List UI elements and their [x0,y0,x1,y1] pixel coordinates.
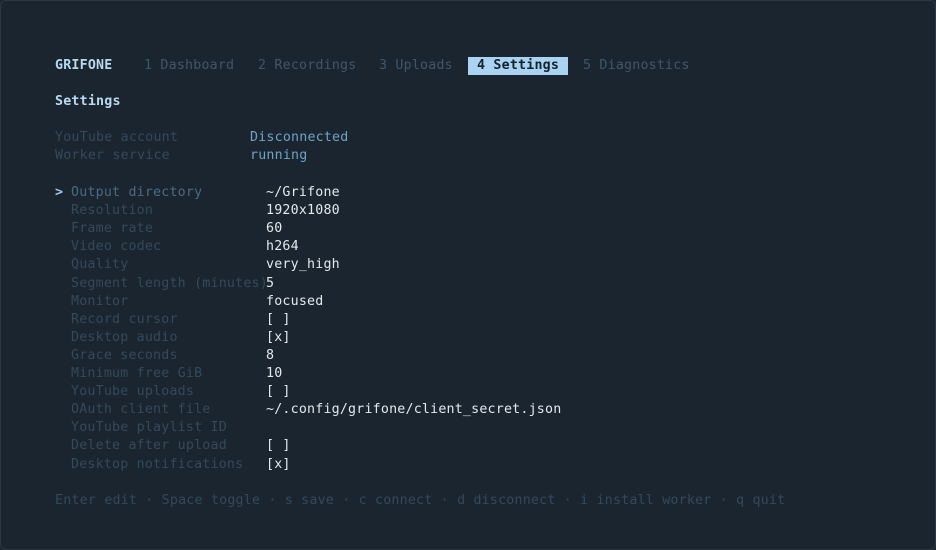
setting-checkbox[interactable]: [ ] [266,383,291,401]
setting-label: Minimum free GiB [71,366,203,381]
setting-row-frame-rate[interactable]: Frame rate 60 [55,220,655,238]
setting-label: Record cursor [71,311,178,327]
setting-row-grace-seconds[interactable]: Grace seconds 8 [55,347,655,365]
tab-dashboard[interactable]: 1 Dashboard [144,57,234,75]
tab-bar: GRIFONE 1 Dashboard 2 Recordings 3 Uploa… [55,57,755,75]
setting-value[interactable]: very_high [266,256,340,274]
tab-uploads[interactable]: 3 Uploads [379,57,453,75]
setting-label: Quality [71,257,129,273]
selection-cursor: > [55,185,64,200]
setting-row-video-codec[interactable]: Video codec h264 [55,238,655,256]
keybinding-hints: Enter edit · Space toggle · s save · c c… [55,493,786,508]
setting-checkbox[interactable]: [ ] [266,437,291,455]
setting-row-minimum-free-gib[interactable]: Minimum free GiB 10 [55,365,655,383]
setting-row-youtube-playlist-id[interactable]: YouTube playlist ID [55,419,655,437]
setting-value[interactable]: 10 [266,365,282,383]
setting-label: Output directory [71,185,203,200]
setting-label: Frame rate [71,221,154,237]
setting-label: Desktop notifications [71,456,244,472]
setting-label: Grace seconds [71,347,178,363]
setting-value[interactable]: ~/.config/grifone/client_secret.json [266,401,561,419]
setting-row-monitor[interactable]: Monitor focused [55,293,655,311]
tab-recordings[interactable]: 2 Recordings [258,57,356,75]
setting-label: Delete after upload [71,438,227,454]
setting-row-delete-after-upload[interactable]: Delete after upload [ ] [55,437,655,455]
status-value: running [250,148,308,163]
setting-label: Video codec [71,239,162,255]
youtube-account-status: YouTube account Disconnected [55,129,455,147]
setting-label: YouTube uploads [71,384,195,400]
setting-checkbox[interactable]: [x] [266,329,291,347]
app-brand: GRIFONE [55,58,113,73]
setting-row-segment-length-minutes[interactable]: Segment length (minutes) 5 [55,275,655,293]
setting-label: YouTube playlist ID [71,420,227,436]
setting-checkbox[interactable]: [x] [266,456,291,474]
setting-checkbox[interactable]: [ ] [266,311,291,329]
status-value: Disconnected [250,130,349,145]
setting-row-record-cursor[interactable]: Record cursor [ ] [55,311,655,329]
setting-value[interactable]: focused [266,293,323,311]
setting-row-youtube-uploads[interactable]: YouTube uploads [ ] [55,383,655,401]
setting-row-desktop-notifications[interactable]: Desktop notifications [x] [55,456,655,474]
worker-service-status: Worker service running [55,147,455,165]
tab-settings[interactable]: 4 Settings [468,57,569,75]
setting-label: Resolution [71,203,154,219]
setting-value[interactable]: 1920x1080 [266,202,340,220]
setting-row-output-directory[interactable]: > Output directory ~/Grifone [55,184,655,202]
status-label: Worker service [55,148,170,163]
setting-value[interactable]: 60 [266,220,282,238]
setting-row-oauth-client-file[interactable]: OAuth client file ~/.config/grifone/clien… [55,401,655,419]
setting-label: Desktop audio [71,329,178,345]
setting-value[interactable]: 8 [266,347,274,365]
status-label: YouTube account [55,130,179,145]
setting-value[interactable]: 5 [266,275,274,293]
setting-value[interactable]: h264 [266,238,299,256]
setting-row-quality[interactable]: Quality very_high [55,256,655,274]
setting-label: OAuth client file [71,402,211,418]
setting-label: Monitor [71,293,129,309]
page-title: Settings [55,94,121,109]
setting-label: Segment length (minutes) [71,275,268,291]
setting-row-resolution[interactable]: Resolution 1920x1080 [55,202,655,220]
setting-value[interactable]: ~/Grifone [266,184,340,202]
setting-row-desktop-audio[interactable]: Desktop audio [x] [55,329,655,347]
tab-diagnostics[interactable]: 5 Diagnostics [583,57,690,75]
